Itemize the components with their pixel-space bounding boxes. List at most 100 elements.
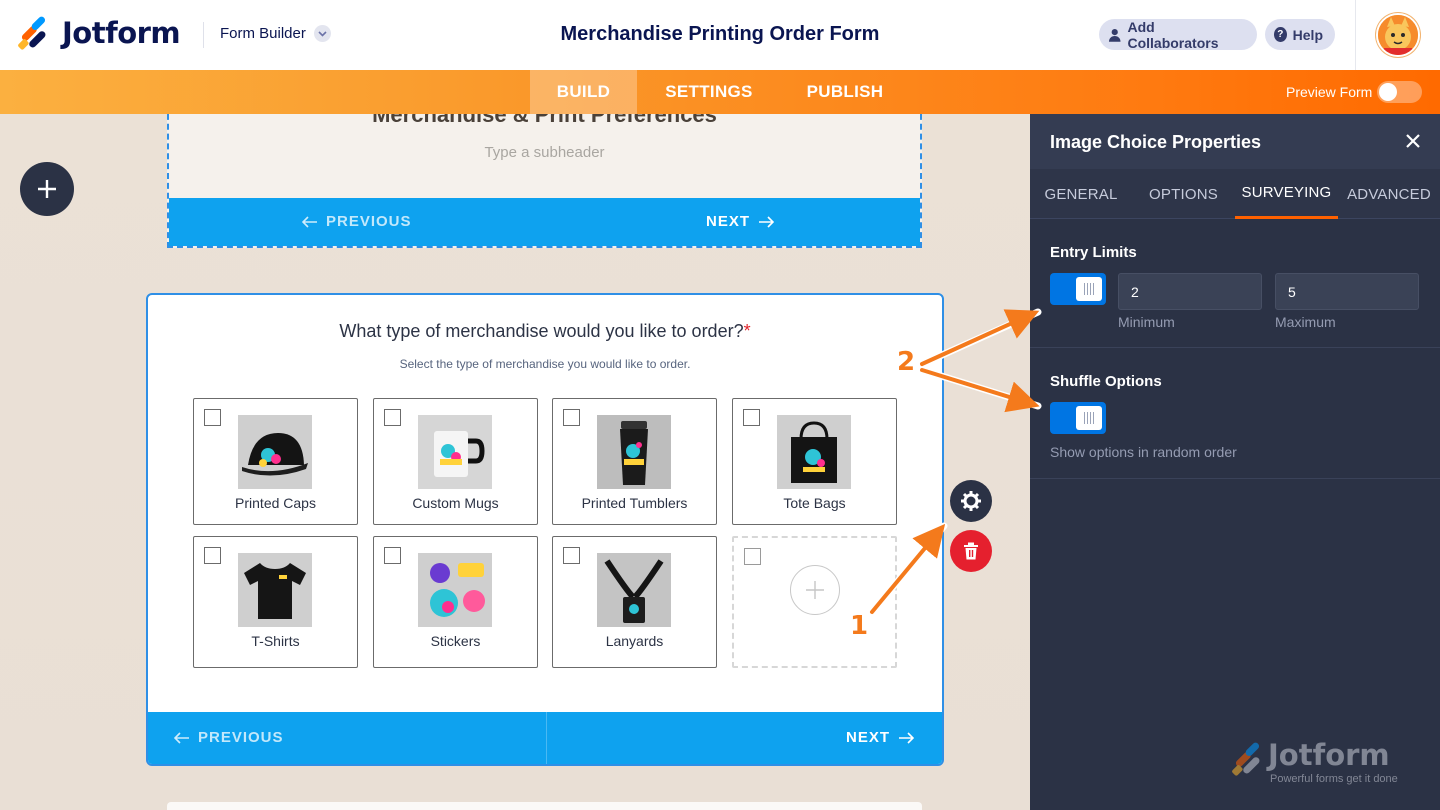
add-option-button[interactable] <box>790 565 840 615</box>
option-stickers[interactable]: Stickers <box>373 536 538 668</box>
lanyard-image <box>597 553 671 627</box>
option-checkbox[interactable] <box>204 547 221 564</box>
arrow-right-icon <box>899 731 915 744</box>
tumbler-image <box>597 415 671 489</box>
toggle-knob <box>1076 406 1102 430</box>
option-checkbox[interactable] <box>384 547 401 564</box>
help-button[interactable]: ? Help <box>1265 19 1335 50</box>
maximum-input[interactable]: 5 <box>1275 273 1419 310</box>
subheader-placeholder[interactable]: Type a subheader <box>169 144 920 161</box>
option-t-shirts[interactable]: T-Shirts <box>193 536 358 668</box>
next-button[interactable]: NEXT <box>706 213 775 230</box>
tab-publish[interactable]: PUBLISH <box>790 70 900 114</box>
option-custom-mugs[interactable]: Custom Mugs <box>373 398 538 525</box>
close-icon <box>1406 134 1420 148</box>
gear-icon <box>961 491 981 511</box>
preview-form-label: Preview Form <box>1286 84 1373 100</box>
avatar[interactable] <box>1376 13 1420 57</box>
mug-image <box>418 415 492 489</box>
option-label: Printed Tumblers <box>581 495 688 511</box>
option-lanyards[interactable]: Lanyards <box>552 536 717 668</box>
next-page-card[interactable] <box>167 802 922 810</box>
shuffle-options-toggle[interactable] <box>1050 402 1106 434</box>
option-checkbox[interactable] <box>563 409 580 426</box>
tab-settings[interactable]: SETTINGS <box>646 70 772 114</box>
top-bar: Jotform Form Builder Merchandise Printin… <box>0 0 1440 70</box>
add-collaborators-button[interactable]: Add Collaborators <box>1099 18 1257 51</box>
question-description[interactable]: Select the type of merchandise you would… <box>148 357 942 371</box>
page-break-card[interactable]: Merchandise & Print Preferences Type a s… <box>167 114 922 248</box>
page-heading[interactable]: Merchandise & Print Preferences <box>169 114 920 128</box>
annotation-number-1: 1 <box>850 611 869 641</box>
option-checkbox[interactable] <box>563 547 580 564</box>
minimum-label: Minimum <box>1118 314 1175 330</box>
option-checkbox[interactable] <box>384 409 401 426</box>
arrow-left-icon <box>174 731 189 744</box>
field-nav-strip: PREVIOUS NEXT <box>148 712 942 764</box>
add-option-placeholder[interactable] <box>732 536 897 668</box>
previous-button[interactable]: PREVIOUS <box>302 213 412 230</box>
annotation-number-2: 2 <box>897 347 916 377</box>
arrow-left-icon <box>302 215 317 228</box>
next-label: NEXT <box>846 729 891 746</box>
help-label: Help <box>1292 26 1323 43</box>
option-label: Stickers <box>430 633 481 649</box>
arrow-right-icon <box>759 215 775 228</box>
option-printed-tumblers[interactable]: Printed Tumblers <box>552 398 717 525</box>
minimum-input[interactable]: 2 <box>1118 273 1262 310</box>
form-builder-label: Form Builder <box>220 25 306 42</box>
jotform-watermark: Jotform Powerful forms get it done <box>1232 738 1398 785</box>
cap-image <box>238 415 312 489</box>
tab-advanced[interactable]: ADVANCED <box>1338 169 1440 219</box>
option-label: Lanyards <box>605 633 664 649</box>
tshirt-image <box>238 553 312 627</box>
option-label: Printed Caps <box>235 495 316 511</box>
previous-label: PREVIOUS <box>198 729 284 746</box>
toggle-knob <box>1076 277 1102 301</box>
question-label[interactable]: What type of merchandise would you like … <box>148 321 942 342</box>
entry-limits-toggle[interactable] <box>1050 273 1106 305</box>
delete-field-button[interactable] <box>950 530 992 572</box>
maximum-label: Maximum <box>1275 314 1336 330</box>
chevron-down-icon <box>313 25 331 42</box>
panel-title: Image Choice Properties <box>1050 132 1262 152</box>
stickers-image <box>418 553 492 627</box>
add-element-button[interactable] <box>20 162 74 216</box>
previous-label: PREVIOUS <box>326 213 412 230</box>
option-checkbox[interactable] <box>744 548 761 565</box>
form-title[interactable]: Merchandise Printing Order Form <box>420 23 1020 46</box>
next-label: NEXT <box>706 213 751 230</box>
option-label: Tote Bags <box>783 495 846 511</box>
divider <box>1355 0 1356 70</box>
tab-general[interactable]: GENERAL <box>1030 169 1132 219</box>
preview-form-toggle[interactable] <box>1377 81 1422 103</box>
form-builder-dropdown[interactable]: Form Builder <box>220 25 331 42</box>
close-panel-button[interactable] <box>1404 132 1422 155</box>
entry-limits-label: Entry Limits <box>1050 244 1137 261</box>
jotform-logo-icon <box>1232 742 1260 776</box>
tab-build[interactable]: BUILD <box>530 70 637 114</box>
previous-button[interactable]: PREVIOUS <box>174 729 284 746</box>
shuffle-options-label: Shuffle Options <box>1050 373 1162 390</box>
tab-options[interactable]: OPTIONS <box>1132 169 1235 219</box>
option-checkbox[interactable] <box>204 409 221 426</box>
trash-icon <box>964 542 978 560</box>
jotform-logo[interactable]: Jotform <box>18 16 181 50</box>
divider <box>1030 478 1440 479</box>
option-printed-caps[interactable]: Printed Caps <box>193 398 358 525</box>
field-properties-button[interactable] <box>950 480 992 522</box>
image-choice-field[interactable]: What type of merchandise would you like … <box>146 293 944 766</box>
option-checkbox[interactable] <box>743 409 760 426</box>
form-canvas: Merchandise & Print Preferences Type a s… <box>0 114 1030 810</box>
divider <box>203 22 204 48</box>
option-tote-bags[interactable]: Tote Bags <box>732 398 897 525</box>
divider <box>546 712 547 764</box>
tab-surveying[interactable]: SURVEYING <box>1235 169 1338 219</box>
panel-tabs: GENERAL OPTIONS SURVEYING ADVANCED <box>1030 169 1440 219</box>
user-icon <box>1108 28 1121 42</box>
page-nav-strip: PREVIOUS NEXT <box>169 198 920 246</box>
next-button[interactable]: NEXT <box>846 729 915 746</box>
brand-name: Jotform <box>62 16 181 50</box>
tote-bag-image <box>777 415 851 489</box>
add-collaborators-label: Add Collaborators <box>1127 18 1219 51</box>
